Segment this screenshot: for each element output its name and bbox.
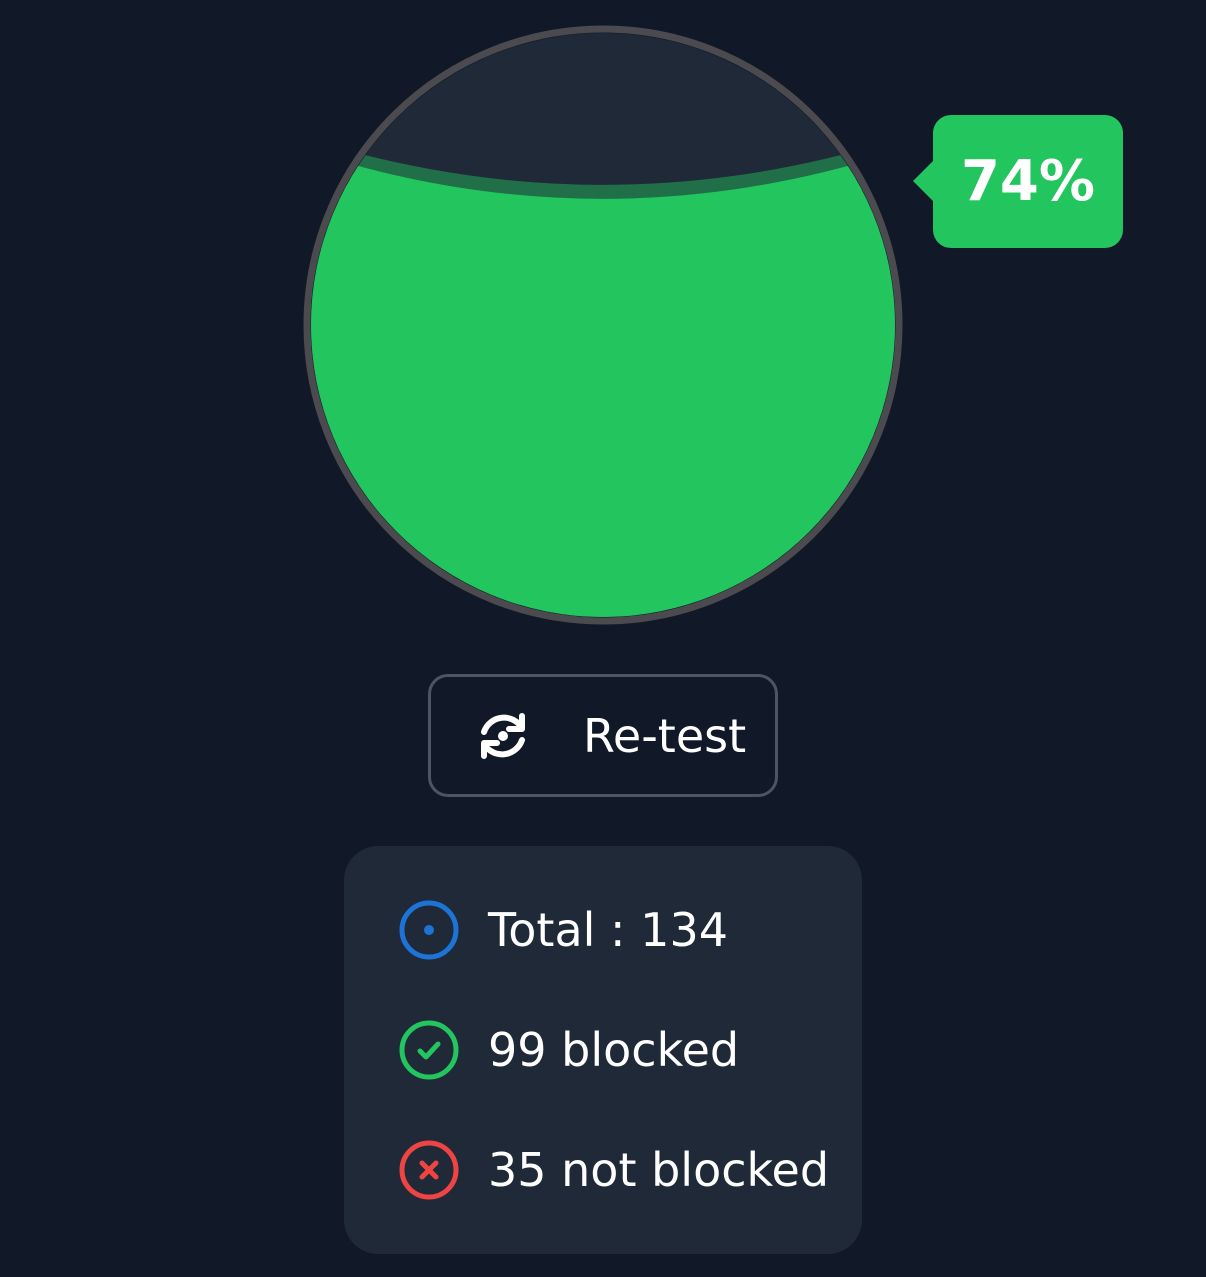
stat-blocked: 99 blocked	[398, 1018, 739, 1082]
refresh-icon	[481, 712, 525, 759]
stat-total: Total : 134	[398, 898, 728, 962]
gauge-liquid-fill	[311, 148, 895, 617]
stat-blocked-text: 99 blocked	[488, 1023, 740, 1077]
stat-not-blocked-text: 35 not blocked	[488, 1143, 830, 1197]
stat-total-text: Total : 134	[488, 903, 728, 957]
percent-badge: 74%	[913, 115, 1123, 248]
stat-not-blocked: 35 not blocked	[398, 1138, 829, 1202]
blocking-test-page: 74% Re-test Total : 134 99 blocked 35 no…	[0, 0, 1206, 1277]
x-circle-icon	[399, 1140, 459, 1200]
percent-value: 74%	[960, 149, 1096, 214]
check-circle-icon	[399, 1020, 459, 1080]
liquid-gauge	[303, 25, 903, 625]
retest-button[interactable]: Re-test	[428, 674, 778, 797]
stats-card: Total : 134 99 blocked 35 not blocked	[344, 846, 862, 1254]
retest-button-label: Re-test	[583, 708, 747, 763]
target-circle-icon	[399, 900, 459, 960]
